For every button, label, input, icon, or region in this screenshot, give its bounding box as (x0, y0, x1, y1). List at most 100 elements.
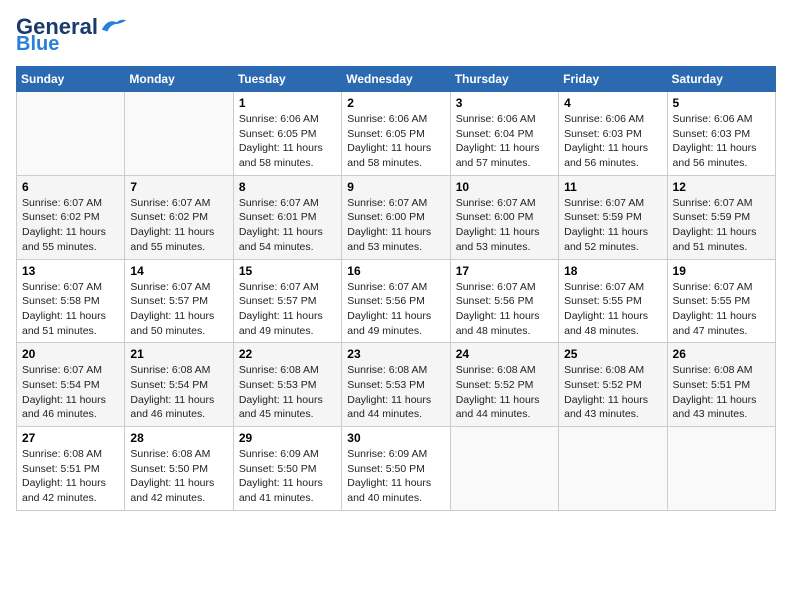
calendar-cell: 28 Sunrise: 6:08 AM Sunset: 5:50 PM Dayl… (125, 427, 233, 511)
weekday-header-wednesday: Wednesday (342, 67, 450, 92)
daylight-text: Daylight: 11 hours and 45 minutes. (239, 394, 323, 421)
calendar-cell: 26 Sunrise: 6:08 AM Sunset: 5:51 PM Dayl… (667, 343, 775, 427)
calendar-cell: 22 Sunrise: 6:08 AM Sunset: 5:53 PM Dayl… (233, 343, 341, 427)
weekday-header-saturday: Saturday (667, 67, 775, 92)
sunset-text: Sunset: 6:02 PM (22, 211, 100, 223)
calendar-cell: 2 Sunrise: 6:06 AM Sunset: 6:05 PM Dayli… (342, 92, 450, 176)
sunset-text: Sunset: 5:52 PM (456, 379, 534, 391)
sunset-text: Sunset: 5:54 PM (22, 379, 100, 391)
daylight-text: Daylight: 11 hours and 50 minutes. (130, 310, 214, 337)
sunset-text: Sunset: 6:03 PM (673, 128, 751, 140)
day-number: 1 (239, 96, 336, 110)
day-number: 11 (564, 180, 661, 194)
sunrise-text: Sunrise: 6:07 AM (564, 281, 644, 293)
sunrise-text: Sunrise: 6:07 AM (456, 281, 536, 293)
logo-text-blue: Blue (16, 34, 59, 54)
day-number: 18 (564, 264, 661, 278)
day-number: 30 (347, 431, 444, 445)
sunrise-text: Sunrise: 6:07 AM (130, 197, 210, 209)
calendar-cell: 24 Sunrise: 6:08 AM Sunset: 5:52 PM Dayl… (450, 343, 558, 427)
page-header: General Blue (16, 16, 776, 54)
calendar-week-row: 20 Sunrise: 6:07 AM Sunset: 5:54 PM Dayl… (17, 343, 776, 427)
weekday-header-row: SundayMondayTuesdayWednesdayThursdayFrid… (17, 67, 776, 92)
weekday-header-monday: Monday (125, 67, 233, 92)
day-detail: Sunrise: 6:07 AM Sunset: 5:59 PM Dayligh… (564, 196, 661, 255)
sunrise-text: Sunrise: 6:07 AM (347, 197, 427, 209)
daylight-text: Daylight: 11 hours and 53 minutes. (347, 226, 431, 253)
daylight-text: Daylight: 11 hours and 42 minutes. (22, 477, 106, 504)
daylight-text: Daylight: 11 hours and 48 minutes. (564, 310, 648, 337)
sunset-text: Sunset: 5:55 PM (564, 295, 642, 307)
sunset-text: Sunset: 5:59 PM (673, 211, 751, 223)
weekday-header-sunday: Sunday (17, 67, 125, 92)
calendar-cell: 7 Sunrise: 6:07 AM Sunset: 6:02 PM Dayli… (125, 175, 233, 259)
sunset-text: Sunset: 5:59 PM (564, 211, 642, 223)
day-number: 4 (564, 96, 661, 110)
calendar-cell: 20 Sunrise: 6:07 AM Sunset: 5:54 PM Dayl… (17, 343, 125, 427)
day-number: 22 (239, 347, 336, 361)
calendar-cell: 27 Sunrise: 6:08 AM Sunset: 5:51 PM Dayl… (17, 427, 125, 511)
calendar-cell: 17 Sunrise: 6:07 AM Sunset: 5:56 PM Dayl… (450, 259, 558, 343)
calendar-cell: 1 Sunrise: 6:06 AM Sunset: 6:05 PM Dayli… (233, 92, 341, 176)
calendar-week-row: 1 Sunrise: 6:06 AM Sunset: 6:05 PM Dayli… (17, 92, 776, 176)
day-detail: Sunrise: 6:08 AM Sunset: 5:52 PM Dayligh… (564, 363, 661, 422)
calendar-cell: 4 Sunrise: 6:06 AM Sunset: 6:03 PM Dayli… (559, 92, 667, 176)
calendar-cell: 21 Sunrise: 6:08 AM Sunset: 5:54 PM Dayl… (125, 343, 233, 427)
sunrise-text: Sunrise: 6:08 AM (130, 448, 210, 460)
sunset-text: Sunset: 6:03 PM (564, 128, 642, 140)
calendar-cell: 5 Sunrise: 6:06 AM Sunset: 6:03 PM Dayli… (667, 92, 775, 176)
calendar-cell: 6 Sunrise: 6:07 AM Sunset: 6:02 PM Dayli… (17, 175, 125, 259)
day-detail: Sunrise: 6:07 AM Sunset: 6:00 PM Dayligh… (456, 196, 553, 255)
daylight-text: Daylight: 11 hours and 56 minutes. (564, 142, 648, 169)
daylight-text: Daylight: 11 hours and 44 minutes. (347, 394, 431, 421)
day-number: 16 (347, 264, 444, 278)
daylight-text: Daylight: 11 hours and 57 minutes. (456, 142, 540, 169)
sunrise-text: Sunrise: 6:06 AM (347, 113, 427, 125)
day-detail: Sunrise: 6:07 AM Sunset: 6:00 PM Dayligh… (347, 196, 444, 255)
day-detail: Sunrise: 6:08 AM Sunset: 5:50 PM Dayligh… (130, 447, 227, 506)
sunset-text: Sunset: 6:05 PM (347, 128, 425, 140)
daylight-text: Daylight: 11 hours and 58 minutes. (347, 142, 431, 169)
sunrise-text: Sunrise: 6:07 AM (673, 281, 753, 293)
day-detail: Sunrise: 6:08 AM Sunset: 5:53 PM Dayligh… (347, 363, 444, 422)
sunrise-text: Sunrise: 6:07 AM (347, 281, 427, 293)
weekday-header-friday: Friday (559, 67, 667, 92)
sunset-text: Sunset: 5:56 PM (456, 295, 534, 307)
sunrise-text: Sunrise: 6:08 AM (347, 364, 427, 376)
sunset-text: Sunset: 6:04 PM (456, 128, 534, 140)
sunrise-text: Sunrise: 6:07 AM (239, 197, 319, 209)
day-detail: Sunrise: 6:08 AM Sunset: 5:51 PM Dayligh… (22, 447, 119, 506)
calendar-cell (667, 427, 775, 511)
day-detail: Sunrise: 6:09 AM Sunset: 5:50 PM Dayligh… (347, 447, 444, 506)
sunset-text: Sunset: 5:53 PM (347, 379, 425, 391)
day-detail: Sunrise: 6:06 AM Sunset: 6:03 PM Dayligh… (564, 112, 661, 171)
sunrise-text: Sunrise: 6:07 AM (130, 281, 210, 293)
daylight-text: Daylight: 11 hours and 51 minutes. (673, 226, 757, 253)
daylight-text: Daylight: 11 hours and 54 minutes. (239, 226, 323, 253)
weekday-header-thursday: Thursday (450, 67, 558, 92)
calendar-cell: 10 Sunrise: 6:07 AM Sunset: 6:00 PM Dayl… (450, 175, 558, 259)
calendar-cell: 29 Sunrise: 6:09 AM Sunset: 5:50 PM Dayl… (233, 427, 341, 511)
calendar-cell (450, 427, 558, 511)
daylight-text: Daylight: 11 hours and 56 minutes. (673, 142, 757, 169)
daylight-text: Daylight: 11 hours and 52 minutes. (564, 226, 648, 253)
sunset-text: Sunset: 6:00 PM (456, 211, 534, 223)
day-detail: Sunrise: 6:07 AM Sunset: 5:56 PM Dayligh… (456, 280, 553, 339)
day-detail: Sunrise: 6:06 AM Sunset: 6:04 PM Dayligh… (456, 112, 553, 171)
sunrise-text: Sunrise: 6:07 AM (456, 197, 536, 209)
calendar-cell: 18 Sunrise: 6:07 AM Sunset: 5:55 PM Dayl… (559, 259, 667, 343)
calendar-cell: 23 Sunrise: 6:08 AM Sunset: 5:53 PM Dayl… (342, 343, 450, 427)
daylight-text: Daylight: 11 hours and 53 minutes. (456, 226, 540, 253)
day-detail: Sunrise: 6:07 AM Sunset: 6:01 PM Dayligh… (239, 196, 336, 255)
sunrise-text: Sunrise: 6:08 AM (130, 364, 210, 376)
daylight-text: Daylight: 11 hours and 55 minutes. (130, 226, 214, 253)
day-number: 9 (347, 180, 444, 194)
daylight-text: Daylight: 11 hours and 40 minutes. (347, 477, 431, 504)
daylight-text: Daylight: 11 hours and 44 minutes. (456, 394, 540, 421)
calendar-cell (559, 427, 667, 511)
day-number: 20 (22, 347, 119, 361)
day-number: 15 (239, 264, 336, 278)
sunrise-text: Sunrise: 6:08 AM (456, 364, 536, 376)
day-number: 12 (673, 180, 770, 194)
sunrise-text: Sunrise: 6:07 AM (22, 364, 102, 376)
